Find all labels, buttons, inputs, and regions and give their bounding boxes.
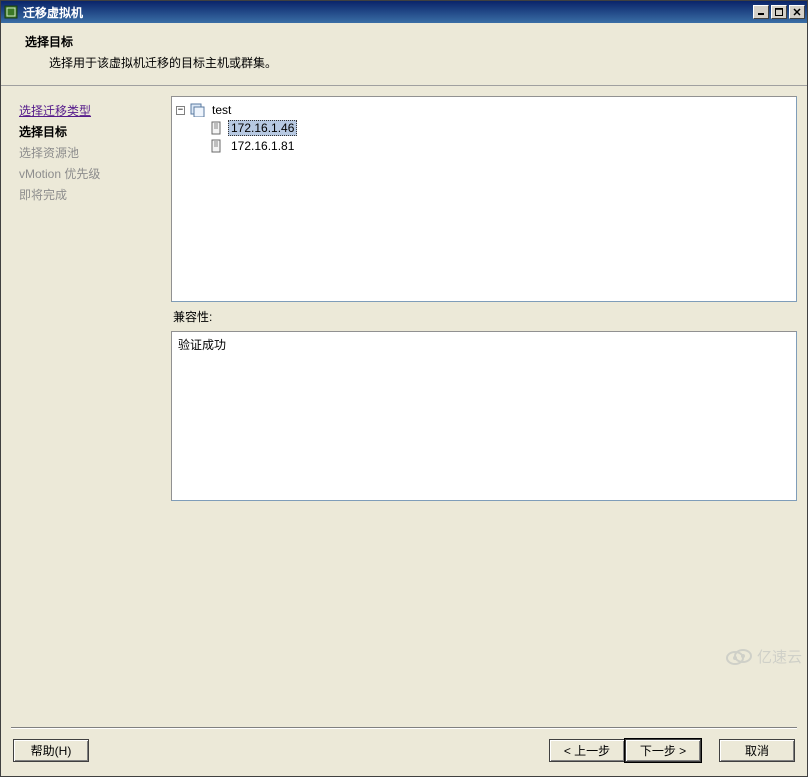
compatibility-message: 验证成功	[178, 336, 790, 353]
tree-host-label[interactable]: 172.16.1.46	[228, 120, 297, 136]
wizard-step-ready-complete: 即将完成	[19, 184, 163, 205]
tree-host-item[interactable]: 172.16.1.81	[208, 137, 792, 155]
wizard-body: 选择迁移类型 选择目标 选择资源池 vMotion 优先级 即将完成 − tes…	[1, 86, 807, 723]
tree-host-item[interactable]: 172.16.1.46	[208, 119, 792, 137]
wizard-step-vmotion-priority: vMotion 优先级	[19, 163, 163, 184]
tree-host-label[interactable]: 172.16.1.81	[228, 139, 297, 153]
cluster-icon	[189, 102, 205, 118]
page-description: 选择用于该虚拟机迁移的目标主机或群集。	[25, 54, 789, 71]
maximize-button[interactable]	[771, 5, 787, 19]
wizard-step-migration-type[interactable]: 选择迁移类型	[19, 100, 163, 121]
wizard-window: 迁移虚拟机 选择目标 选择用于该虚拟机迁移的目标主机或群集。 选择迁移类型 选择…	[0, 0, 808, 777]
close-button[interactable]	[789, 5, 805, 19]
tree-collapse-icon[interactable]: −	[176, 106, 185, 115]
wizard-footer: 帮助(H) < 上一步 下一步 > 取消	[1, 729, 807, 776]
back-button[interactable]: < 上一步	[549, 739, 625, 762]
host-icon	[208, 138, 224, 154]
wizard-steps: 选择迁移类型 选择目标 选择资源池 vMotion 优先级 即将完成	[11, 96, 171, 723]
compatibility-label: 兼容性:	[171, 308, 797, 325]
destination-tree[interactable]: − test 172.16.1.46	[171, 96, 797, 302]
wizard-header: 选择目标 选择用于该虚拟机迁移的目标主机或群集。	[1, 23, 807, 86]
wizard-step-select-destination[interactable]: 选择目标	[19, 121, 163, 142]
host-icon	[208, 120, 224, 136]
wizard-step-resource-pool: 选择资源池	[19, 142, 163, 163]
help-button[interactable]: 帮助(H)	[13, 739, 89, 762]
page-title: 选择目标	[25, 33, 789, 50]
tree-root[interactable]: − test	[176, 101, 792, 119]
app-icon	[3, 4, 19, 20]
cancel-button[interactable]: 取消	[719, 739, 795, 762]
tree-root-label[interactable]: test	[209, 103, 234, 117]
next-button[interactable]: 下一步 >	[625, 739, 701, 762]
minimize-button[interactable]	[753, 5, 769, 19]
titlebar: 迁移虚拟机	[1, 1, 807, 23]
window-title: 迁移虚拟机	[23, 4, 751, 21]
compatibility-box: 验证成功	[171, 331, 797, 501]
content-area: − test 172.16.1.46	[171, 96, 797, 723]
